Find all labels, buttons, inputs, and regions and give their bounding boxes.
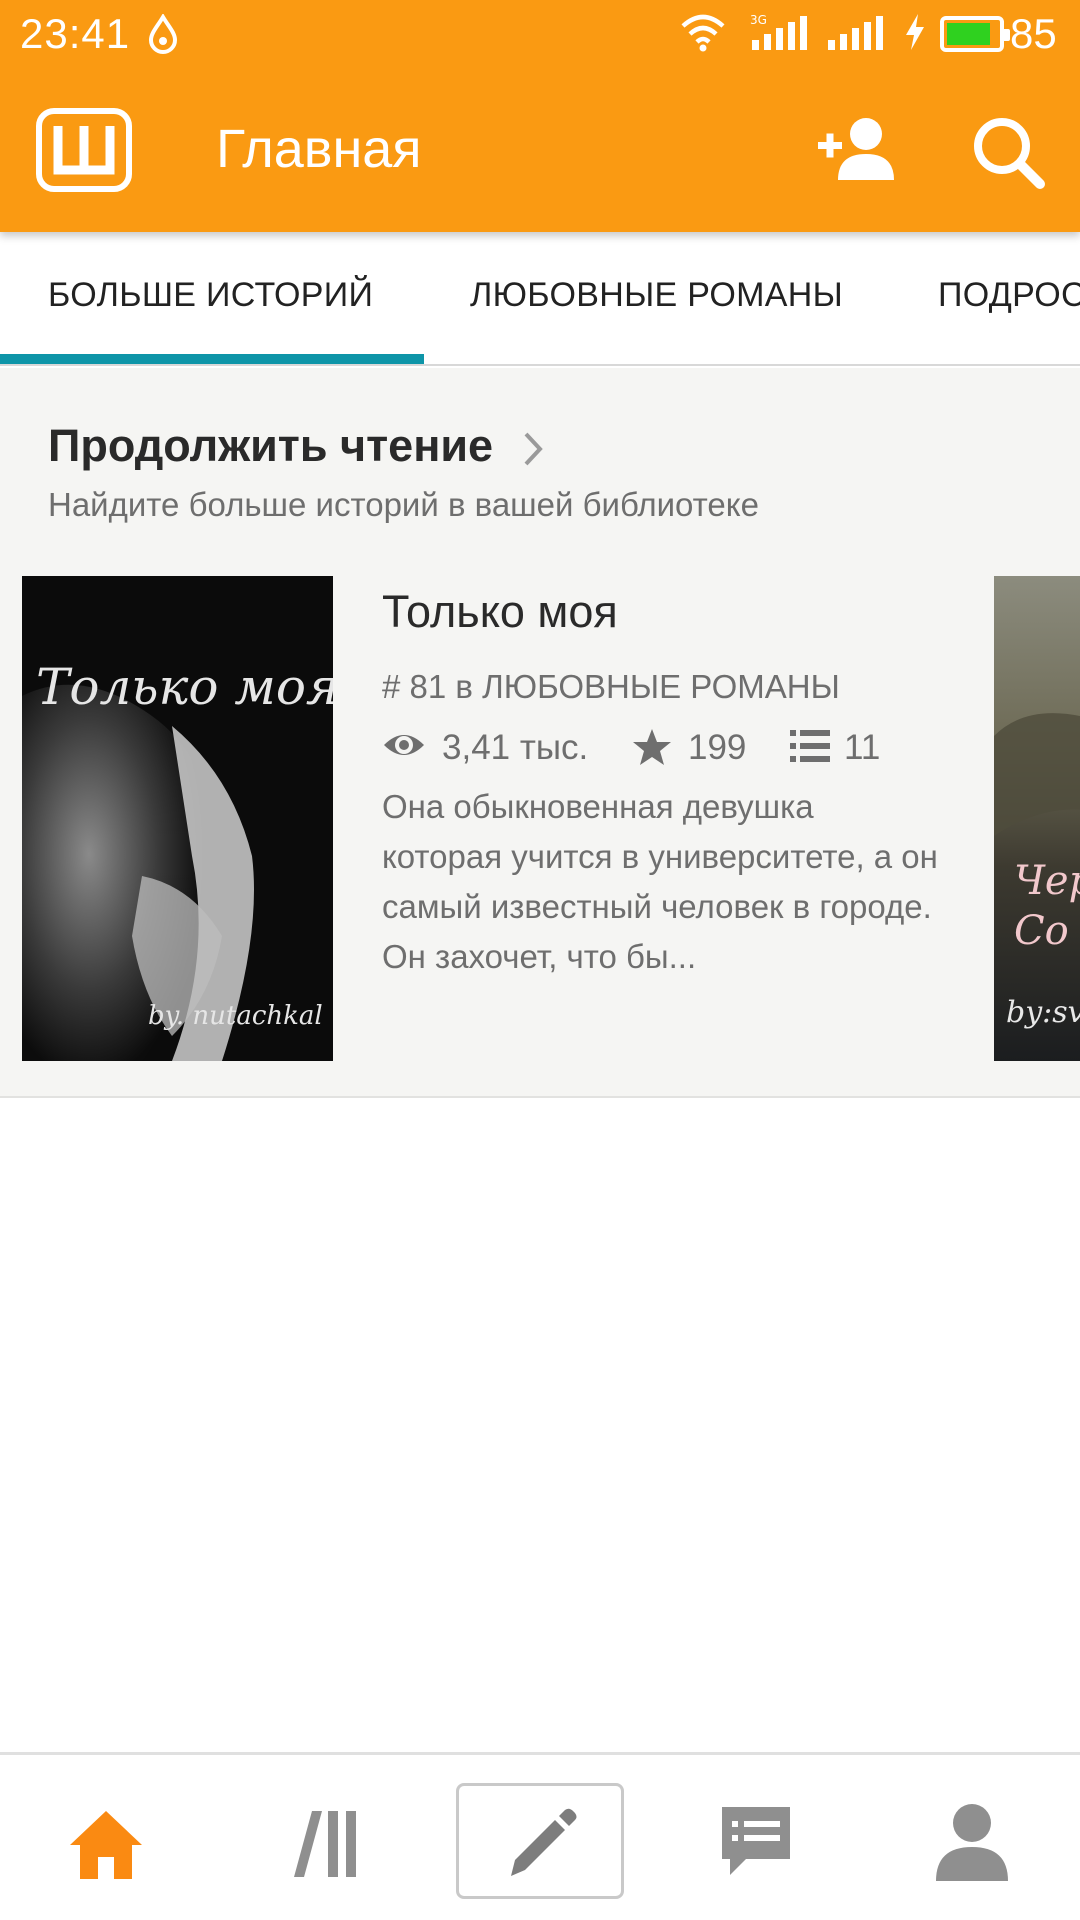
next-cover-image: Чер Co by:sv xyxy=(994,576,1080,1061)
logo-letter-icon xyxy=(53,126,115,175)
write-button[interactable] xyxy=(456,1783,624,1899)
star-icon xyxy=(633,729,671,765)
story-stats: 3,41 тыс. 199 11 xyxy=(382,724,942,770)
home-icon[interactable] xyxy=(68,1809,144,1881)
battery-icon xyxy=(940,16,1010,52)
library-icon[interactable] xyxy=(288,1809,362,1879)
drop-icon xyxy=(148,14,178,54)
signal-icon xyxy=(828,16,883,50)
section-title[interactable]: Продолжить чтение xyxy=(48,420,493,472)
status-bar: 23:41 3G 85 xyxy=(0,0,1080,70)
story-description: Она обыкновенная девушка которая учится … xyxy=(382,788,938,975)
signal-3g-icon: 3G xyxy=(750,13,807,50)
eye-icon xyxy=(384,735,424,755)
cover-image: Только моя by. nutachkal xyxy=(22,576,333,1061)
story-rank: # 81 в ЛЮБОВНЫЕ РОМАНЫ xyxy=(382,668,840,705)
story-cover[interactable]: Только моя by. nutachkal xyxy=(22,576,333,1061)
wifi-icon xyxy=(681,14,725,52)
chevron-right-icon[interactable] xyxy=(522,430,544,468)
cover-author: by. nutachkal xyxy=(148,1001,323,1031)
next-cover-line-1: Чер xyxy=(1014,858,1080,904)
charging-icon xyxy=(906,14,924,50)
status-time: 23:41 xyxy=(20,10,131,57)
network-label: 3G xyxy=(750,13,767,27)
profile-icon[interactable] xyxy=(934,1801,1010,1883)
list-icon xyxy=(790,730,830,762)
page-title: Главная xyxy=(216,119,422,179)
continue-reading-section: Продолжить чтение Найдите больше историй… xyxy=(0,368,1080,1098)
cover-title: Только моя xyxy=(36,658,333,716)
tab-romance[interactable]: ЛЮБОВНЫЕ РОМАНЫ xyxy=(470,276,843,315)
next-cover-line-2: Co xyxy=(1014,908,1069,954)
battery-level xyxy=(947,23,990,45)
app-bar: Главная xyxy=(0,80,1080,230)
bottom-nav xyxy=(0,1752,1080,1920)
votes-count: 199 xyxy=(688,728,747,767)
pencil-icon xyxy=(511,1808,577,1876)
tab-more-stories[interactable]: БОЛЬШЕ ИСТОРИЙ xyxy=(48,276,373,315)
reads-count: 3,41 тыс. xyxy=(442,728,589,767)
logo-icon[interactable] xyxy=(36,108,132,192)
next-cover-author: by:sv xyxy=(1006,995,1080,1030)
parts-count: 11 xyxy=(844,728,881,767)
next-story-cover[interactable]: Чер Co by:sv xyxy=(994,576,1080,1061)
tab-indicator xyxy=(0,354,424,364)
messages-icon[interactable] xyxy=(718,1803,794,1885)
battery-percent: 85 xyxy=(1010,10,1057,57)
search-icon[interactable] xyxy=(970,114,1046,190)
tab-teen[interactable]: ПОДРОС xyxy=(938,276,1080,315)
story-title[interactable]: Только моя xyxy=(382,586,618,638)
top-bar: 23:41 3G 85 Главная xyxy=(0,0,1080,232)
section-subtitle: Найдите больше историй в вашей библиотек… xyxy=(48,486,759,523)
category-tabs: БОЛЬШЕ ИСТОРИЙ ЛЮБОВНЫЕ РОМАНЫ ПОДРОС xyxy=(0,232,1080,366)
add-user-icon[interactable] xyxy=(816,114,898,184)
